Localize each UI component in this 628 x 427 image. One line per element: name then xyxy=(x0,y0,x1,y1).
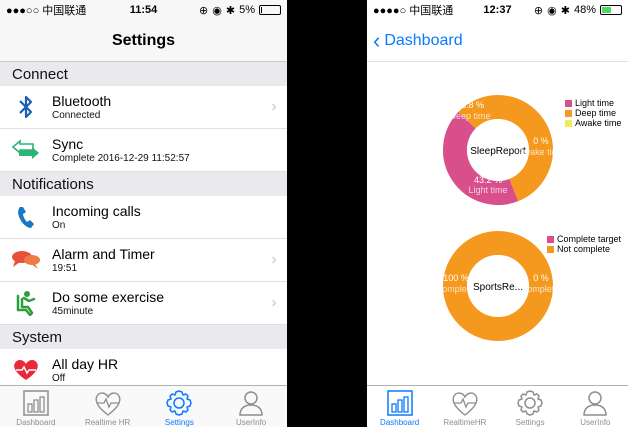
tab-realtime-hr[interactable]: Realtime HR xyxy=(72,386,144,427)
heartbeat-icon xyxy=(93,388,123,418)
settings-row-incoming-calls[interactable]: Incoming calls On xyxy=(0,196,287,239)
legend-label: Complete target xyxy=(557,234,622,244)
tab-label: UserInfo xyxy=(580,418,611,427)
row-subtitle: 45minute xyxy=(52,306,94,317)
row-subtitle: On xyxy=(52,220,66,231)
user-icon xyxy=(236,388,266,418)
section-header-system: System xyxy=(0,325,287,349)
tab-realtimehr[interactable]: RealtimeHR xyxy=(432,386,497,427)
legend-item: Not complete xyxy=(547,244,621,254)
dashboard-screen: ●●●●○ 中国联通 12:37 ⊕ ◉ ✱ 48% ‹ Dashboard S… xyxy=(367,0,628,427)
tab-label: Dashboard xyxy=(16,418,56,427)
battery-icon xyxy=(259,5,281,15)
tab-bar: Dashboard Realtime HR Settings UserInfo xyxy=(0,385,287,427)
row-title: Do some exercise xyxy=(52,289,165,305)
legend-swatch xyxy=(547,245,554,253)
slice-name: complete xyxy=(438,284,475,294)
tab-label: Realtime HR xyxy=(84,418,131,427)
gear-icon xyxy=(515,388,545,418)
slice-name: complete xyxy=(523,284,560,294)
gear-icon xyxy=(164,388,194,418)
row-title: Bluetooth xyxy=(52,93,112,109)
section-header-notifications: Notifications xyxy=(0,172,287,196)
tab-userinfo[interactable]: UserInfo xyxy=(563,386,628,427)
settings-screen: ●●●○○ 中国联通 11:54 ⊕ ◉ ✱ 5% Settings Conne… xyxy=(0,0,287,427)
row-subtitle: Complete 2016-12-29 11:52:57 xyxy=(52,153,190,164)
settings-row-sync[interactable]: Sync Complete 2016-12-29 11:52:57 xyxy=(0,129,287,172)
chat-bubbles-icon xyxy=(0,249,52,271)
tab-label: Dashboard xyxy=(380,418,420,427)
settings-row-bluetooth[interactable]: Bluetooth Connected › xyxy=(0,86,287,129)
chevron-right-icon: › xyxy=(271,294,277,311)
bar-chart-icon xyxy=(385,388,415,418)
status-bar: ●●●○○ 中国联通 11:54 ⊕ ◉ ✱ 5% xyxy=(0,0,287,20)
chevron-right-icon: › xyxy=(271,251,277,268)
slice-label: 100 % xyxy=(443,273,469,283)
tab-label: UserInfo xyxy=(236,418,267,427)
tab-settings[interactable]: Settings xyxy=(144,386,216,427)
bar-chart-icon xyxy=(21,388,51,418)
tab-userinfo[interactable]: UserInfo xyxy=(215,386,287,427)
row-subtitle: Connected xyxy=(52,110,101,121)
page-title: Settings xyxy=(0,20,287,62)
tab-label: Settings xyxy=(515,418,545,427)
heartbeat-icon xyxy=(450,388,480,418)
legend-swatch xyxy=(547,235,554,243)
seat-exercise-icon xyxy=(0,290,52,316)
donut-chart-1: SportsRe...0 %complete100 %complete xyxy=(438,231,560,341)
tab-label: Settings xyxy=(164,418,194,427)
chart-legend: Complete target Not complete xyxy=(547,234,621,254)
status-time: 11:54 xyxy=(129,4,158,16)
row-subtitle: 19:51 xyxy=(52,263,78,274)
settings-list: Connect Bluetooth Connected › Sync Complete 2… xyxy=(0,62,287,392)
tab-dashboard[interactable]: Dashboard xyxy=(367,386,432,427)
legend-label: Not complete xyxy=(557,244,611,254)
section-header-connect: Connect xyxy=(0,62,287,86)
user-icon xyxy=(580,388,610,418)
chart-title: SportsRe... xyxy=(473,282,523,293)
slice-label: 0 % xyxy=(533,273,549,283)
legend-item: Complete target xyxy=(547,234,621,244)
heart-icon xyxy=(0,358,52,382)
row-title: Sync xyxy=(52,136,84,152)
bluetooth-icon xyxy=(0,94,52,120)
settings-row-alarm-and-timer[interactable]: Alarm and Timer 19:51 › xyxy=(0,239,287,282)
sync-icon xyxy=(0,139,52,161)
tab-label: RealtimeHR xyxy=(443,418,487,427)
tab-bar: Dashboard RealtimeHR Settings UserInfo xyxy=(367,385,628,427)
row-title: All day HR xyxy=(52,356,119,372)
tab-settings[interactable]: Settings xyxy=(498,386,563,427)
tab-dashboard[interactable]: Dashboard xyxy=(0,386,72,427)
chevron-right-icon: › xyxy=(271,98,277,115)
phone-icon xyxy=(0,204,52,230)
settings-row-do-some-exercise[interactable]: Do some exercise 45minute › xyxy=(0,282,287,325)
row-subtitle: Off xyxy=(52,373,66,384)
row-title: Incoming calls xyxy=(52,203,141,219)
row-title: Alarm and Timer xyxy=(52,246,155,262)
